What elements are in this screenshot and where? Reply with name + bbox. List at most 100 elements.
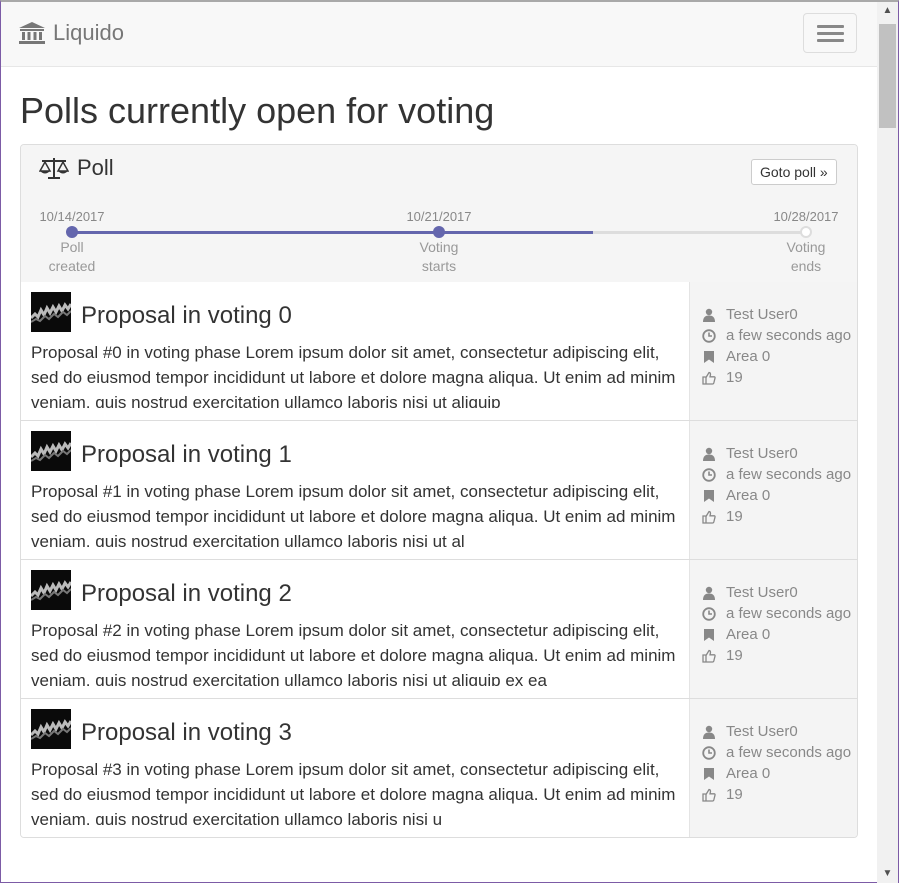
brand-link[interactable]: Liquido	[19, 20, 124, 46]
timeline-dot	[66, 226, 78, 238]
proposal-meta: Test User0 a few seconds ago Area 0 19	[689, 560, 857, 698]
proposal-thumbnail[interactable]	[31, 709, 71, 749]
proposal-text: Proposal #2 in voting phase Lorem ipsum …	[31, 621, 676, 686]
meta-time: a few seconds ago	[702, 605, 851, 622]
area-name: Area 0	[726, 487, 771, 504]
timeline-label-line: Poll	[60, 239, 84, 255]
poll-header: Poll Goto poll » 10/14/2017 Poll created 10…	[21, 145, 857, 283]
timeline-date: 10/28/2017	[773, 209, 839, 224]
likes-count: 19	[726, 647, 743, 664]
timeline-label: Poll created	[27, 238, 117, 276]
proposal-thumbnail[interactable]	[31, 292, 71, 332]
meta-area[interactable]: Area 0	[702, 765, 770, 782]
proposal-thumbnail[interactable]	[31, 570, 71, 610]
timeline-dot	[433, 226, 445, 238]
timeline-date: 10/21/2017	[406, 209, 472, 224]
user-icon	[703, 447, 715, 461]
user-icon	[703, 586, 715, 600]
author-name: Test User0	[726, 584, 798, 601]
meta-author[interactable]: Test User0	[702, 306, 798, 323]
scroll-up-arrow-icon[interactable]: ▲	[877, 2, 898, 20]
proposal-meta: Test User0 a few seconds ago Area 0 19	[689, 421, 857, 559]
proposal-title[interactable]: Proposal in voting 2	[81, 580, 292, 608]
navbar: Liquido	[1, 2, 877, 67]
meta-author[interactable]: Test User0	[702, 445, 798, 462]
thumbnail-image	[31, 570, 71, 610]
meta-area[interactable]: Area 0	[702, 487, 770, 504]
likes-count: 19	[726, 508, 743, 525]
scrollbar[interactable]: ▲ ▼	[877, 2, 898, 883]
scroll-down-arrow-icon[interactable]: ▼	[877, 865, 898, 883]
hamburger-bar	[817, 32, 844, 35]
meta-likes[interactable]: 19	[702, 508, 743, 525]
meta-time: a few seconds ago	[702, 327, 851, 344]
meta-area[interactable]: Area 0	[702, 348, 770, 365]
proposal-card[interactable]: Proposal in voting 1 Proposal #1 in voti…	[21, 421, 857, 560]
author-name: Test User0	[726, 306, 798, 323]
area-name: Area 0	[726, 348, 771, 365]
page: Liquido Polls currently open for voting	[1, 2, 877, 883]
proposal-card[interactable]: Proposal in voting 2 Proposal #2 in voti…	[21, 560, 857, 699]
page-title: Polls currently open for voting	[20, 90, 495, 131]
proposal-title[interactable]: Proposal in voting 3	[81, 719, 292, 747]
timeline-label-line: ends	[790, 258, 822, 274]
meta-likes[interactable]: 19	[702, 647, 743, 664]
proposal-text: Proposal #0 in voting phase Lorem ipsum …	[31, 343, 676, 408]
thumbnail-image	[31, 292, 71, 332]
proposal-title[interactable]: Proposal in voting 1	[81, 441, 292, 469]
created-time: a few seconds ago	[726, 605, 852, 622]
proposal-thumbnail[interactable]	[31, 431, 71, 471]
proposal-text: Proposal #3 in voting phase Lorem ipsum …	[31, 760, 676, 825]
balance-scale-icon	[39, 158, 69, 179]
proposal-main: Proposal in voting 2 Proposal #2 in voti…	[21, 560, 689, 698]
clock-icon	[702, 328, 716, 343]
author-name: Test User0	[726, 445, 798, 462]
bank-icon	[19, 22, 45, 44]
likes-count: 19	[726, 786, 743, 803]
user-icon	[703, 725, 715, 739]
meta-likes[interactable]: 19	[702, 786, 743, 803]
meta-author[interactable]: Test User0	[702, 584, 798, 601]
brand-name: Liquido	[53, 20, 124, 45]
timeline-label-line: starts	[421, 258, 457, 274]
clock-icon	[702, 606, 716, 621]
thumbs-up-icon	[702, 649, 716, 663]
proposal-main: Proposal in voting 1 Proposal #1 in voti…	[21, 421, 689, 559]
hamburger-bar	[817, 39, 844, 42]
author-name: Test User0	[726, 723, 798, 740]
meta-time: a few seconds ago	[702, 744, 851, 761]
timeline-label: Voting starts	[394, 238, 484, 276]
poll-title-text: Poll	[77, 155, 114, 180]
bookmark-icon	[704, 350, 714, 363]
meta-time: a few seconds ago	[702, 466, 851, 483]
proposal-title[interactable]: Proposal in voting 0	[81, 302, 292, 330]
thumbnail-image	[31, 431, 71, 471]
proposal-card[interactable]: Proposal in voting 0 Proposal #0 in voti…	[21, 282, 857, 421]
goto-poll-button[interactable]: Goto poll »	[751, 159, 837, 185]
clock-icon	[702, 745, 716, 760]
proposal-meta: Test User0 a few seconds ago Area 0 19	[689, 282, 857, 420]
meta-area[interactable]: Area 0	[702, 626, 770, 643]
poll-title: Poll	[39, 155, 114, 181]
thumbnail-image	[31, 709, 71, 749]
meta-likes[interactable]: 19	[702, 369, 743, 386]
created-time: a few seconds ago	[726, 744, 852, 761]
meta-author[interactable]: Test User0	[702, 723, 798, 740]
timeline-dot	[800, 226, 812, 238]
proposal-text: Proposal #1 in voting phase Lorem ipsum …	[31, 482, 676, 547]
poll-panel: Poll Goto poll » 10/14/2017 Poll created 10…	[20, 144, 858, 838]
thumbs-up-icon	[702, 371, 716, 385]
hamburger-icon	[817, 25, 844, 28]
area-name: Area 0	[726, 626, 771, 643]
proposal-meta: Test User0 a few seconds ago Area 0 19	[689, 699, 857, 837]
navbar-toggle-button[interactable]	[803, 13, 857, 53]
scrollbar-thumb[interactable]	[879, 24, 896, 128]
proposal-card[interactable]: Proposal in voting 3 Proposal #3 in voti…	[21, 699, 857, 837]
likes-count: 19	[726, 369, 743, 386]
bookmark-icon	[704, 489, 714, 502]
created-time: a few seconds ago	[726, 466, 852, 483]
thumbs-up-icon	[702, 510, 716, 524]
thumbs-up-icon	[702, 788, 716, 802]
timeline-progress	[72, 231, 593, 234]
bookmark-icon	[704, 767, 714, 780]
